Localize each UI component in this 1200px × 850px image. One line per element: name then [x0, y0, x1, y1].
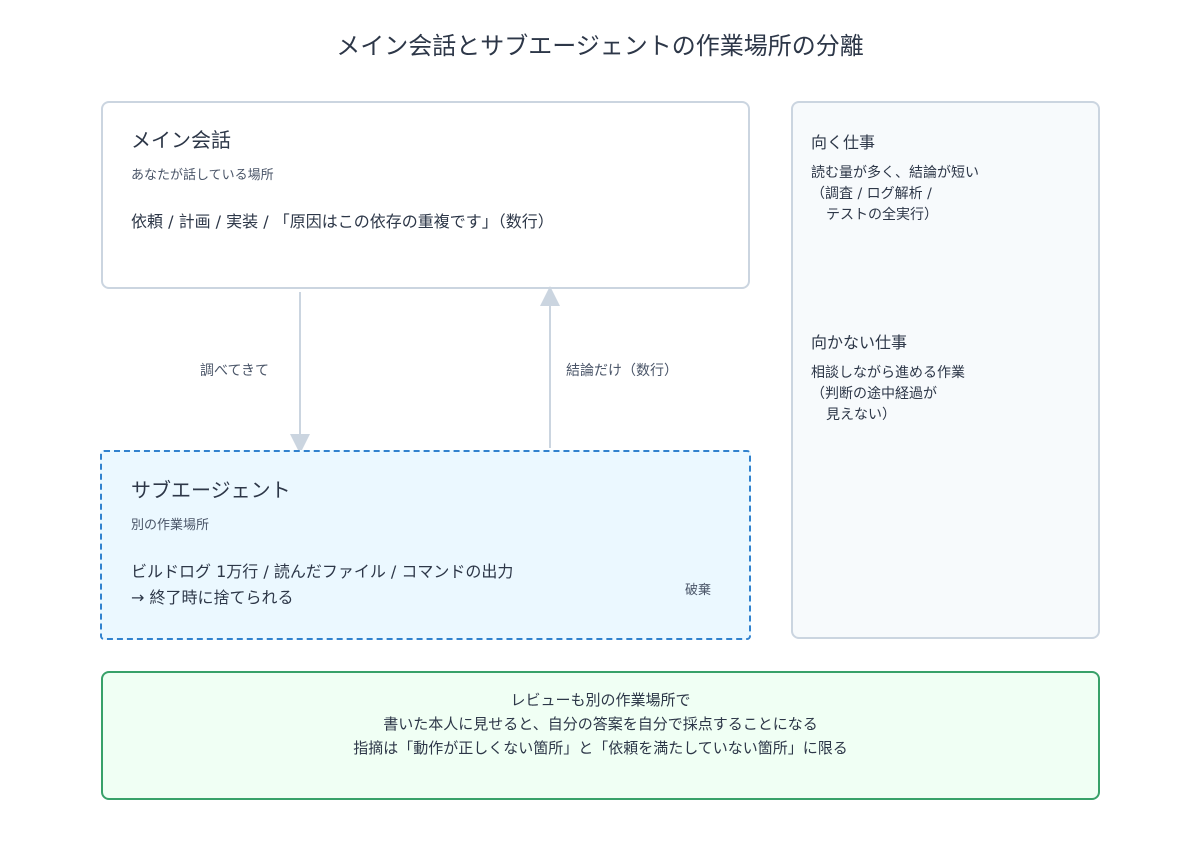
subagent-subheading: 別の作業場所: [131, 518, 210, 533]
subagent-content-line2: → 終了時に捨てられる: [131, 588, 294, 607]
unsuitable-tasks-line: 相談しながら進める作業: [811, 365, 965, 381]
review-heading: レビューも別の作業場所で: [510, 691, 691, 709]
suitable-tasks-line: テストの全実行）: [826, 207, 938, 223]
unsuitable-tasks-line: （判断の途中経過が: [811, 386, 937, 402]
return-arrow-label: 結論だけ（数行）: [566, 363, 678, 379]
suitable-tasks-line: 読む量が多く、結論が短い: [811, 165, 979, 181]
discard-label: 破棄: [685, 583, 712, 598]
subagent-heading: サブエージェント: [131, 478, 291, 502]
suitable-tasks-line: （調査 / ログ解析 /: [811, 186, 932, 202]
suitable-tasks-heading: 向く仕事: [811, 133, 876, 152]
unsuitable-tasks-line: 見えない）: [826, 407, 896, 423]
delegate-arrow-label: 調べてきて: [200, 363, 270, 379]
review-line: 書いた本人に見せると、自分の答案を自分で採点することになる: [383, 715, 818, 733]
subagent-content-line1: ビルドログ 1万行 / 読んだファイル / コマンドの出力: [131, 562, 514, 581]
review-line: 指摘は「動作が正しくない箇所」と「依頼を満たしていない箇所」に限る: [353, 739, 848, 757]
unsuitable-tasks-heading: 向かない仕事: [811, 333, 908, 352]
